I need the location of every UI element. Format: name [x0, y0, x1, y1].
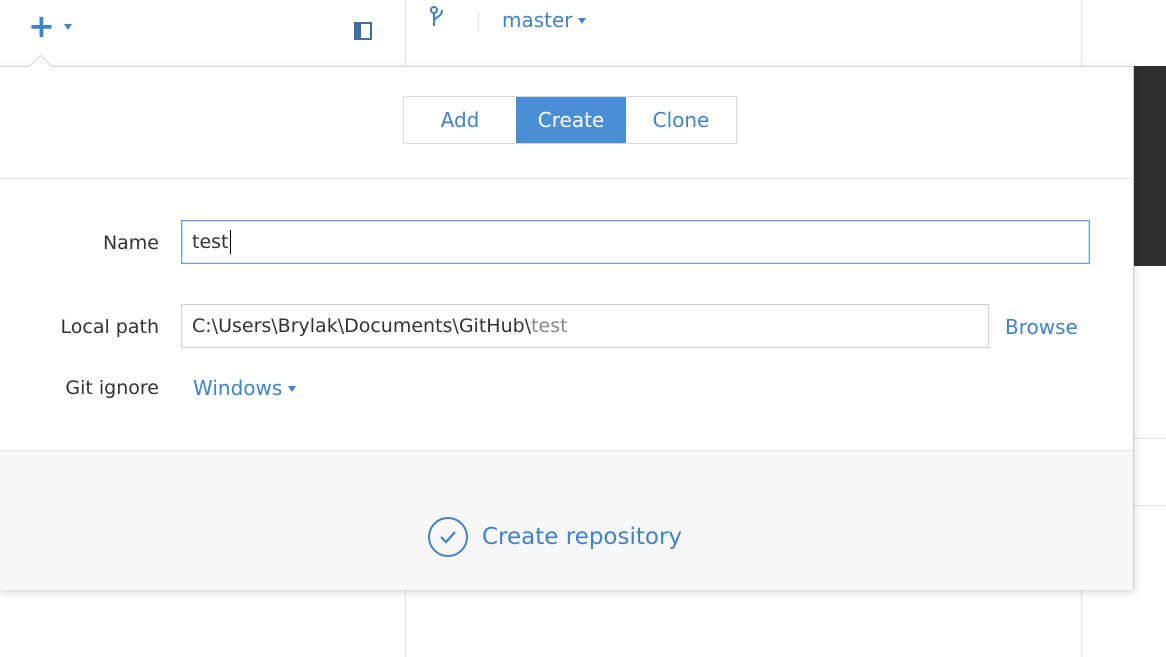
list-divider	[1134, 438, 1166, 439]
git-ignore-dropdown[interactable]: Windows	[193, 376, 297, 400]
branch-selector[interactable]: master	[502, 8, 586, 32]
branch-name: master	[502, 8, 573, 32]
name-label: Name	[102, 232, 159, 254]
check-icon	[440, 531, 456, 544]
browse-button[interactable]: Browse	[1005, 315, 1078, 339]
mode-tabs: Add Create Clone	[403, 96, 737, 144]
create-repository-popover: Add Create Clone Name test Local path C:…	[0, 54, 1134, 590]
name-value: test	[192, 231, 229, 253]
tab-label: Add	[440, 108, 480, 132]
create-repository-label: Create repository	[482, 524, 683, 550]
create-repository-button[interactable]: Create repository	[428, 517, 682, 557]
local-path-field[interactable]: C:\Users\Brylak\Documents\GitHub\ test	[181, 304, 989, 348]
branch-icon-svg	[430, 6, 443, 26]
branch-icon	[430, 6, 446, 34]
local-path-label: Local path	[60, 316, 159, 338]
text-cursor	[229, 230, 231, 254]
tab-clone[interactable]: Clone	[626, 97, 736, 143]
toolbar-divider	[478, 12, 479, 32]
git-ignore-label: Git ignore	[65, 377, 159, 399]
sidebar-toggle-icon[interactable]	[354, 22, 372, 40]
name-field[interactable]: test	[181, 220, 1090, 264]
local-path-prefix: C:\Users\Brylak\Documents\GitHub\	[192, 315, 532, 337]
local-path-suffix: test	[531, 315, 568, 337]
tab-add[interactable]: Add	[404, 97, 516, 143]
chevron-down-icon	[577, 18, 586, 24]
tab-create[interactable]: Create	[516, 97, 626, 143]
chevron-down-icon	[64, 24, 72, 30]
divider	[0, 178, 1133, 179]
plus-icon: +	[28, 7, 55, 45]
add-repository-button[interactable]: +	[28, 10, 55, 42]
list-divider	[1134, 505, 1166, 506]
chevron-down-icon	[288, 386, 297, 392]
git-ignore-value: Windows	[193, 376, 283, 400]
tab-label: Clone	[652, 108, 710, 132]
check-circle-icon	[428, 517, 468, 557]
tab-label: Create	[537, 108, 605, 132]
